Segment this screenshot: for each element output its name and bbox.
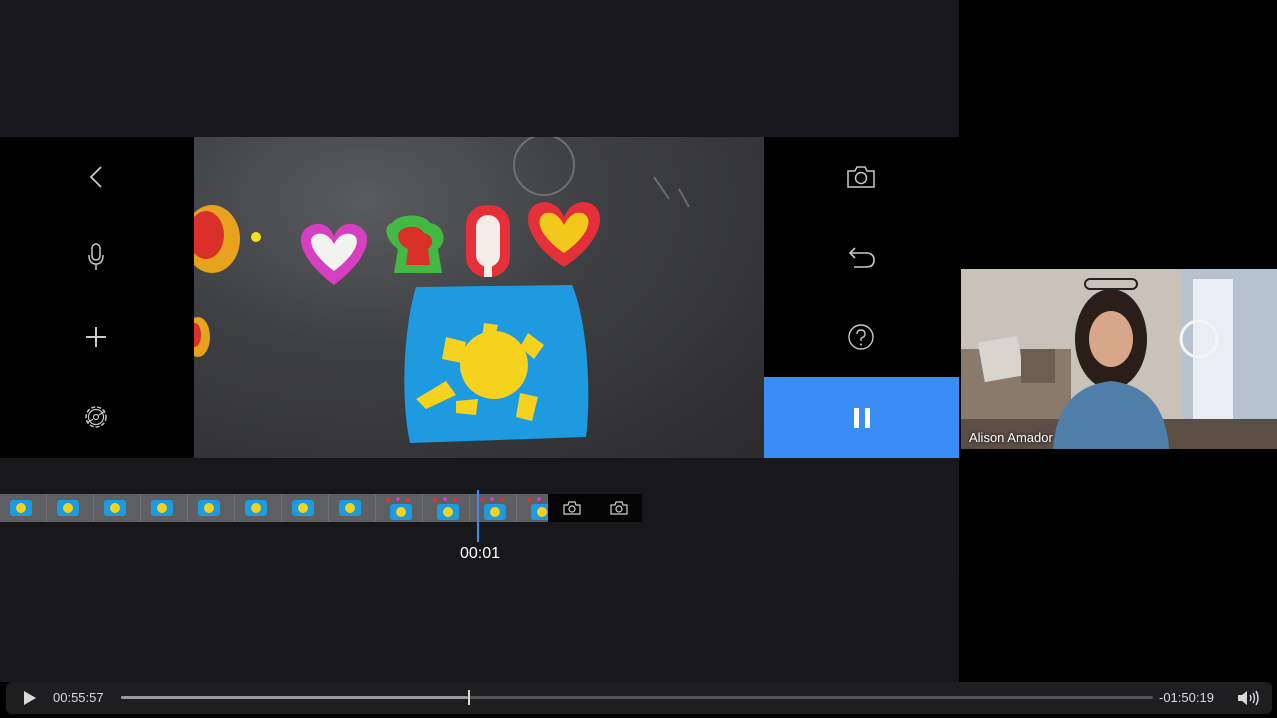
help-button[interactable] [841, 317, 881, 357]
settings-button[interactable] [76, 397, 116, 437]
filmstrip-frame[interactable] [423, 494, 469, 522]
participant-name: Alison Amador [969, 430, 1053, 445]
media-player-controls: 00:55:57 -01:50:19 [6, 682, 1272, 714]
camera-preview [194, 137, 764, 458]
back-chevron-icon [89, 166, 102, 188]
left-toolbar [0, 137, 194, 458]
timeline-playhead[interactable] [477, 490, 479, 542]
filmstrip-frame[interactable] [235, 494, 281, 522]
bottom-area [0, 580, 959, 682]
camera-icon [562, 501, 581, 515]
play-button[interactable] [20, 689, 40, 707]
playback-scrubber[interactable] [121, 690, 1153, 705]
volume-icon [1238, 690, 1259, 706]
microphone-button[interactable] [76, 237, 116, 277]
camera-icon [847, 166, 875, 188]
frame-filmstrip[interactable] [0, 494, 548, 522]
empty-frame-slot[interactable] [595, 494, 642, 522]
filmstrip-frame[interactable] [188, 494, 234, 522]
filmstrip-frame[interactable] [94, 494, 140, 522]
pause-icon [853, 407, 870, 428]
settings-gear-icon [85, 406, 107, 428]
back-button[interactable] [76, 157, 116, 197]
empty-frame-slots [548, 494, 642, 522]
preview-image [194, 137, 690, 443]
participant-image [961, 269, 1277, 449]
timeline: 00:01 [0, 458, 959, 580]
capture-photo-button[interactable] [841, 157, 881, 197]
scrubber-handle[interactable] [468, 690, 470, 705]
remaining-time: -01:50:19 [1159, 690, 1214, 705]
filmstrip-frame[interactable] [517, 494, 548, 522]
scrubber-progress [121, 696, 468, 699]
empty-frame-slot[interactable] [548, 494, 595, 522]
filmstrip-frame[interactable] [376, 494, 422, 522]
filmstrip-frame[interactable] [282, 494, 328, 522]
filmstrip-frame[interactable] [141, 494, 187, 522]
timeline-current-time: 00:01 [459, 545, 501, 562]
undo-button[interactable] [841, 237, 881, 277]
filmstrip-frame[interactable] [0, 494, 46, 522]
microphone-icon [88, 243, 104, 270]
play-pause-button[interactable] [764, 377, 959, 458]
volume-button[interactable] [1236, 689, 1262, 707]
plus-icon [86, 327, 106, 347]
add-button[interactable] [76, 317, 116, 357]
stop-motion-app: 00:01 [0, 0, 959, 682]
filmstrip-frame[interactable] [329, 494, 375, 522]
participant-video: Alison Amador [961, 269, 1277, 449]
undo-icon [848, 247, 875, 268]
elapsed-time: 00:55:57 [53, 690, 104, 705]
camera-icon [609, 501, 628, 515]
play-icon [24, 691, 36, 705]
filmstrip-frame[interactable] [47, 494, 93, 522]
help-icon [848, 324, 874, 350]
top-area [0, 0, 959, 137]
